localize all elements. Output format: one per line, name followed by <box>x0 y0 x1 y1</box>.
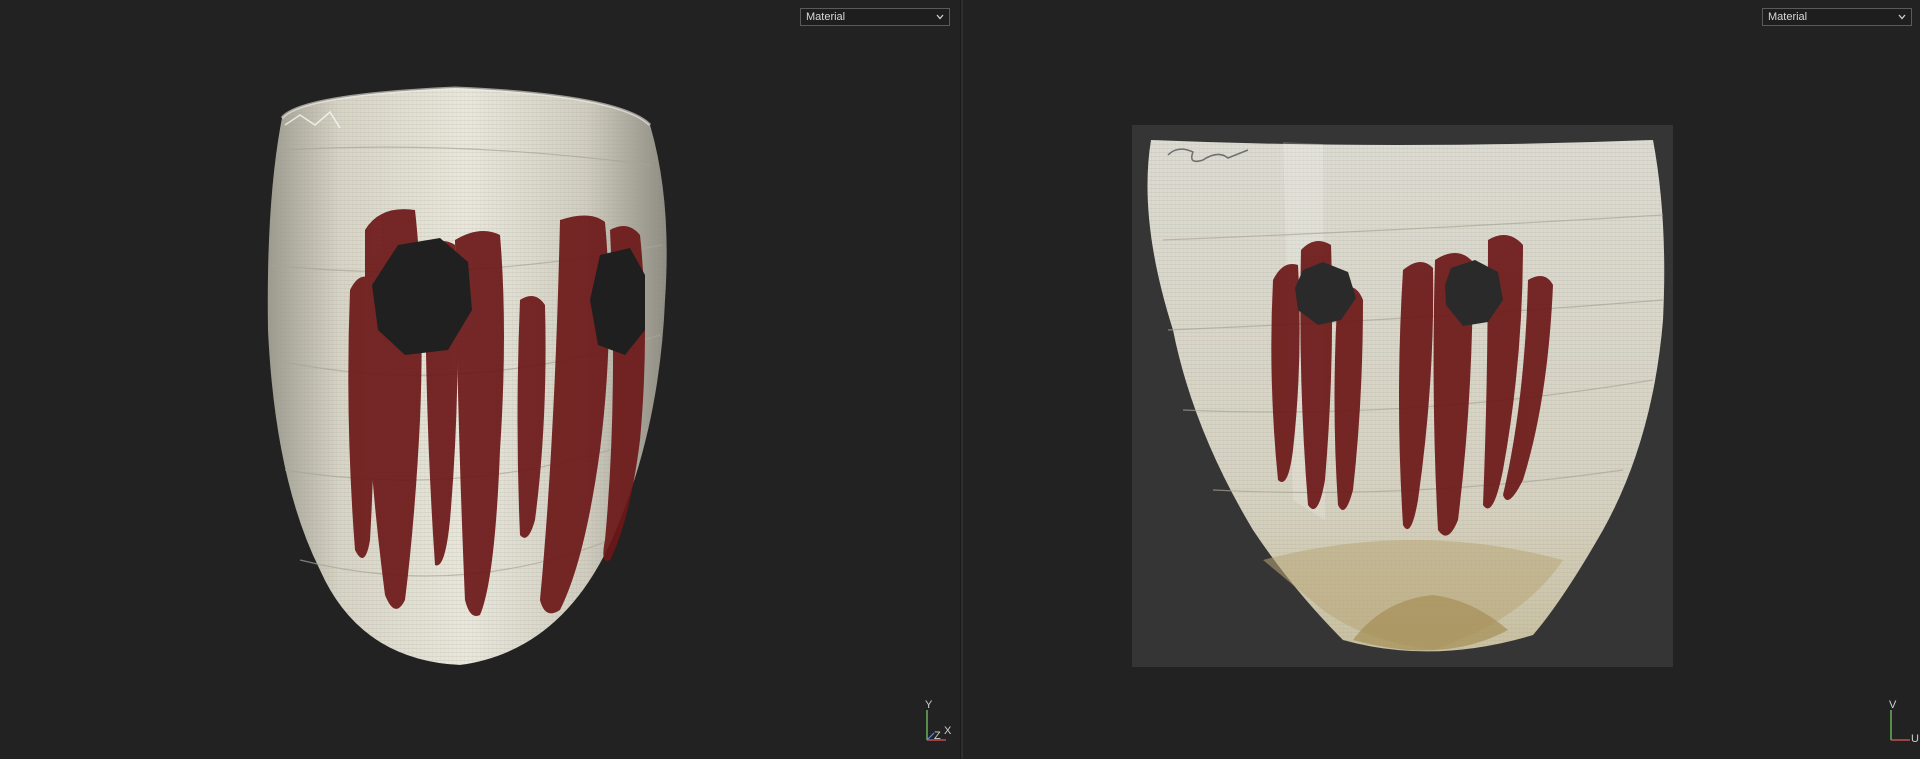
viewport-3d[interactable]: Material Y Z X <box>0 0 960 759</box>
mask-2d-texture[interactable] <box>963 0 1920 759</box>
mask-3d-render[interactable] <box>0 0 960 759</box>
axis-y-label: Y <box>925 699 933 711</box>
axis-z-label: Z <box>934 730 941 742</box>
axis-u-label: U <box>1911 733 1919 745</box>
channel-select[interactable]: Material <box>1762 8 1912 26</box>
axis-v-label: V <box>1889 699 1897 711</box>
channel-select[interactable]: Material <box>800 8 950 26</box>
axis-gizmo: Y Z X <box>922 700 956 746</box>
uv-axis-gizmo: V U <box>1886 700 1920 746</box>
right-eye-hole <box>590 248 645 355</box>
channel-select-value: Material <box>1768 11 1808 23</box>
chevron-down-icon <box>936 14 944 20</box>
axis-x-label: X <box>944 725 952 737</box>
viewport-2d[interactable]: Material V U <box>963 0 1920 759</box>
channel-select-value: Material <box>806 11 846 23</box>
chevron-down-icon <box>1898 14 1906 20</box>
